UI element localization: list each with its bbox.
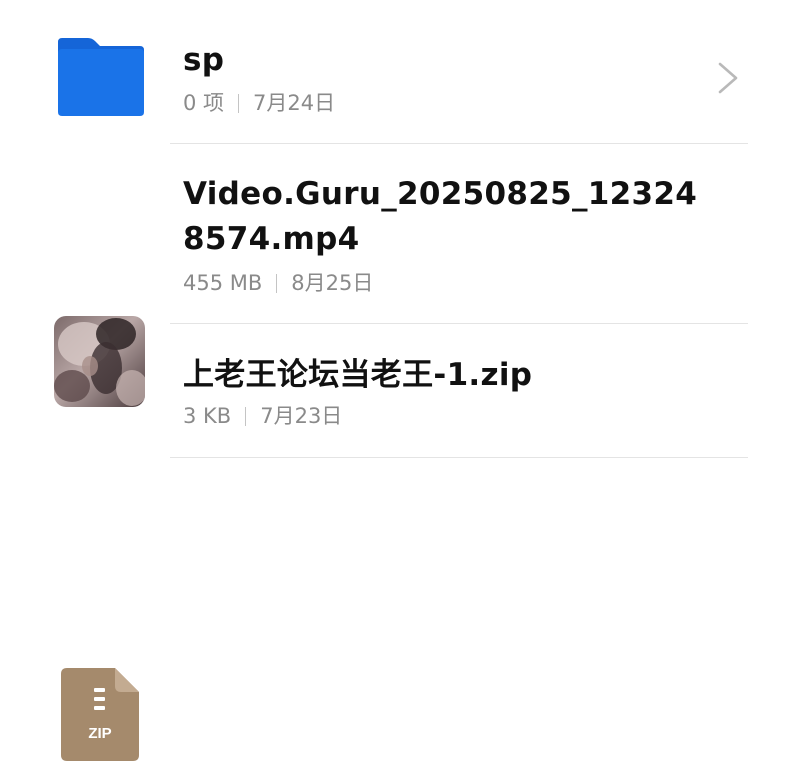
file-name-line-1: Video.Guru_20250825_12324 [183, 176, 698, 212]
list-item-zip[interactable]: ZIP 上老王论坛当老王-1.zip 3 KB 7月23日 [0, 324, 800, 761]
list-item-folder-sp[interactable]: sp 0 项 7月24日 [0, 0, 800, 144]
file-name: sp [183, 42, 225, 78]
file-date: 7月24日 [253, 91, 336, 115]
file-name-line-2: 8574.mp4 [183, 221, 360, 257]
file-list: sp 0 项 7月24日 Video.Guru_20250825_12324 8… [0, 0, 800, 761]
file-size: 455 MB [183, 271, 263, 295]
file-date: 7月23日 [260, 404, 343, 428]
zip-icon: ZIP [61, 668, 139, 761]
file-meta: 0 项 7月24日 [183, 89, 335, 117]
item-count: 0 项 [183, 91, 225, 115]
meta-separator [276, 274, 278, 293]
file-meta: 455 MB 8月25日 [183, 269, 373, 297]
divider [170, 457, 748, 458]
file-name: 上老王论坛当老王-1.zip [183, 357, 533, 393]
zip-icon-label: ZIP [88, 725, 111, 742]
file-date: 8月25日 [291, 271, 374, 295]
meta-separator [238, 94, 240, 113]
file-size: 3 KB [183, 404, 232, 428]
chevron-right-icon [718, 62, 738, 94]
file-meta: 3 KB 7月23日 [183, 402, 342, 430]
folder-icon [58, 38, 144, 116]
meta-separator [245, 407, 247, 426]
list-item-video[interactable]: Video.Guru_20250825_12324 8574.mp4 455 M… [0, 144, 800, 407]
